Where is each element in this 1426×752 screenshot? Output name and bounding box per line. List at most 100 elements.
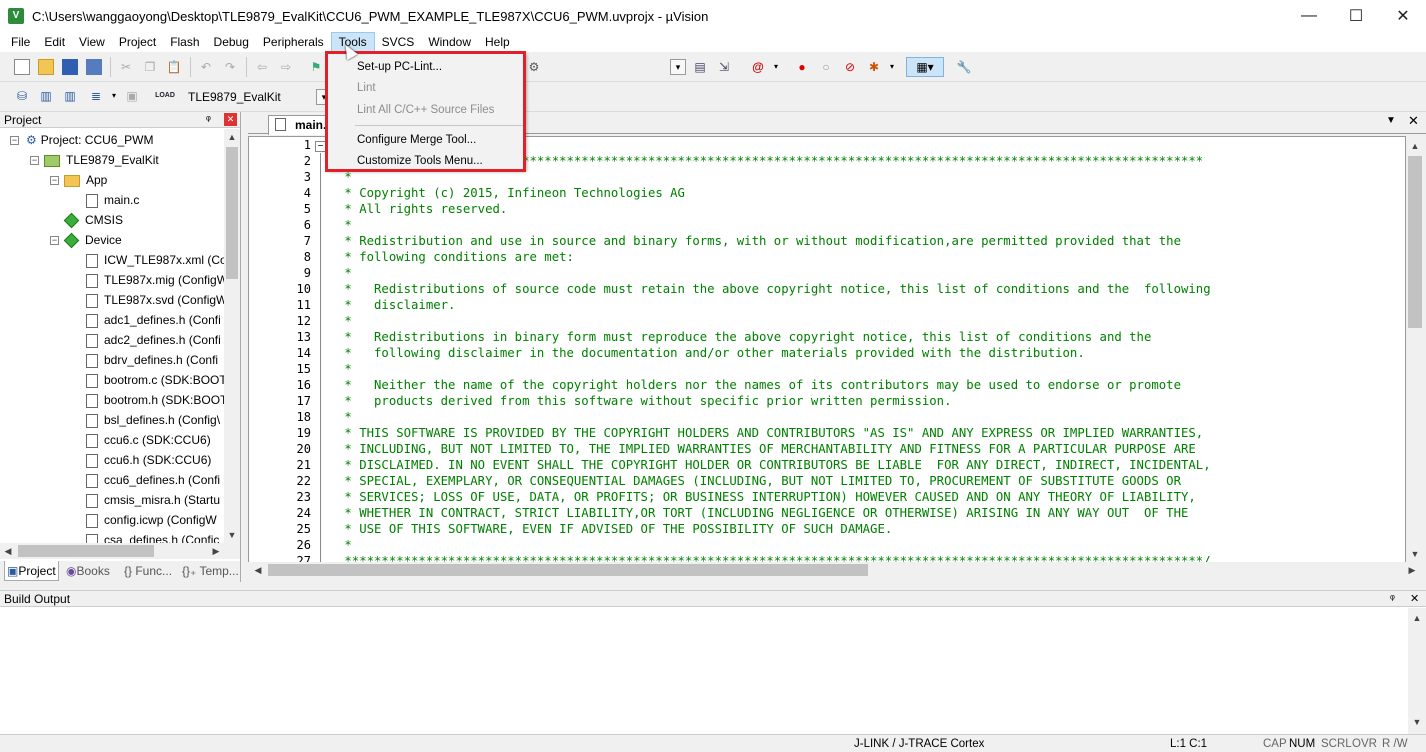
scroll-down-icon[interactable]: ▼: [1409, 714, 1425, 730]
menu-svcs[interactable]: SVCS: [375, 32, 422, 52]
breakpoint-insert-icon[interactable]: ●: [794, 59, 810, 75]
navigate-forward-icon[interactable]: ⇨: [278, 59, 294, 75]
close-icon[interactable]: ✕: [224, 113, 237, 126]
tree-file[interactable]: ccu6.h (SDK:CCU6): [86, 450, 211, 470]
code-line[interactable]: * INCLUDING, BUT NOT LIMITED TO, THE IMP…: [337, 442, 1195, 456]
find-in-files-icon[interactable]: ▤: [692, 59, 708, 75]
tree-file[interactable]: ccu6.c (SDK:CCU6): [86, 430, 211, 450]
target-select[interactable]: TLE9879_EvalKit: [182, 88, 332, 106]
code-editor[interactable]: − 12 ***********************************…: [248, 136, 1406, 564]
menu-item-lint-all[interactable]: Lint All C/C++ Source Files: [357, 103, 494, 117]
close-button[interactable]: ✕: [1380, 0, 1426, 32]
tree-group-device[interactable]: Device: [63, 230, 122, 250]
rebuild-icon[interactable]: ▥: [62, 88, 78, 104]
tree-file[interactable]: bsl_defines.h (Config\: [86, 410, 220, 430]
scroll-right-icon[interactable]: ▶: [208, 543, 224, 559]
scroll-left-icon[interactable]: ◀: [0, 543, 16, 559]
editor-hscrollbar[interactable]: ◀ ▶: [248, 562, 1424, 579]
minimize-button[interactable]: —: [1286, 0, 1332, 32]
chevron-down-icon[interactable]: ▾: [670, 59, 686, 75]
redo-icon[interactable]: ↷: [222, 59, 238, 75]
code-line[interactable]: * following conditions are met:: [337, 250, 574, 264]
tab-templates[interactable]: {}₊ Temp...: [182, 561, 239, 581]
code-line[interactable]: *: [337, 314, 351, 328]
tree-file[interactable]: TLE987x.mig (ConfigW: [86, 270, 224, 290]
code-line[interactable]: * Copyright (c) 2015, Infineon Technolog…: [337, 186, 685, 200]
undo-icon[interactable]: ↶: [198, 59, 214, 75]
project-vscrollbar[interactable]: ▲ ▼: [224, 129, 240, 543]
window-layout-icon[interactable]: ▦▾: [906, 57, 944, 77]
menu-help[interactable]: Help: [478, 32, 517, 52]
code-line[interactable]: *: [337, 218, 351, 232]
load-icon[interactable]: LOAD: [155, 86, 175, 106]
menu-edit[interactable]: Edit: [37, 32, 72, 52]
code-line[interactable]: * THIS SOFTWARE IS PROVIDED BY THE COPYR…: [337, 426, 1203, 440]
cut-icon[interactable]: ✂: [118, 59, 134, 75]
scroll-right-icon[interactable]: ▶: [1404, 562, 1420, 578]
code-line[interactable]: *: [337, 362, 351, 376]
tab-books[interactable]: ◉Books: [66, 561, 110, 581]
breakpoint-disable-icon[interactable]: ○: [818, 59, 834, 75]
fold-icon[interactable]: −: [315, 141, 326, 152]
scrollbar-thumb[interactable]: [18, 545, 154, 557]
tree-file[interactable]: TLE987x.svd (ConfigW: [86, 290, 224, 310]
new-file-icon[interactable]: [14, 59, 30, 75]
tree-file[interactable]: bootrom.h (SDK:BOOT: [86, 390, 224, 410]
code-line[interactable]: * DISCLAIMED. IN NO EVENT SHALL THE COPY…: [337, 458, 1210, 472]
debug-start-icon[interactable]: @: [750, 59, 766, 75]
scrollbar-thumb[interactable]: [226, 147, 238, 279]
code-line[interactable]: * Redistribution and use in source and b…: [337, 234, 1181, 248]
save-all-icon[interactable]: [86, 59, 102, 75]
tab-project[interactable]: ▣Project: [4, 561, 59, 581]
chevron-down-icon[interactable]: ▾: [768, 59, 784, 75]
bookmark-icon[interactable]: ⚑: [308, 59, 324, 75]
project-hscrollbar[interactable]: ◀ ▶: [0, 543, 240, 559]
code-line[interactable]: * USE OF THIS SOFTWARE, EVEN IF ADVISED …: [337, 522, 892, 536]
build-output-text[interactable]: [0, 608, 1406, 734]
scroll-left-icon[interactable]: ◀: [250, 562, 266, 578]
code-line[interactable]: *: [337, 170, 351, 184]
code-line[interactable]: * products derived from this software wi…: [337, 394, 951, 408]
code-line[interactable]: * disclaimer.: [337, 298, 455, 312]
tree-file[interactable]: csa_defines.h (Confic: [86, 530, 219, 543]
code-line[interactable]: * Redistributions in binary form must re…: [337, 330, 1151, 344]
navigate-back-icon[interactable]: ⇦: [254, 59, 270, 75]
menu-project[interactable]: Project: [112, 32, 163, 52]
tree-file[interactable]: cmsis_misra.h (Startu: [86, 490, 220, 510]
stop-build-icon[interactable]: ▣: [124, 88, 140, 104]
configure-icon[interactable]: 🔧: [956, 59, 972, 75]
tree-file[interactable]: adc1_defines.h (Confi: [86, 310, 221, 330]
find-icon[interactable]: ⚙: [526, 59, 542, 75]
incremental-find-icon[interactable]: ⇲: [716, 59, 732, 75]
scroll-down-icon[interactable]: ▼: [1407, 546, 1423, 562]
scroll-down-icon[interactable]: ▼: [224, 527, 240, 543]
menu-file[interactable]: File: [4, 32, 37, 52]
code-line[interactable]: *: [337, 266, 351, 280]
tree-file-main[interactable]: main.c: [86, 190, 139, 210]
chevron-down-icon[interactable]: ▾: [106, 88, 122, 104]
tree-file[interactable]: ICW_TLE987x.xml (Co: [86, 250, 224, 270]
menu-flash[interactable]: Flash: [163, 32, 206, 52]
menu-window[interactable]: Window: [421, 32, 478, 52]
tree-root[interactable]: ⚙ Project: CCU6_PWM: [26, 130, 153, 150]
tree-file[interactable]: adc2_defines.h (Confi: [86, 330, 221, 350]
maximize-button[interactable]: ☐: [1333, 0, 1379, 32]
tree-target[interactable]: TLE9879_EvalKit: [44, 150, 159, 170]
menu-peripherals[interactable]: Peripherals: [256, 32, 331, 52]
batch-build-icon[interactable]: ≣: [88, 88, 104, 104]
save-icon[interactable]: [62, 59, 78, 75]
scrollbar-thumb[interactable]: [268, 564, 868, 576]
close-tab-icon[interactable]: ✕: [1408, 113, 1419, 129]
tab-list-chevron-icon[interactable]: ▼: [1386, 115, 1396, 126]
build-output-vscrollbar[interactable]: ▲ ▼: [1408, 608, 1426, 734]
tree-file[interactable]: bdrv_defines.h (Confi: [86, 350, 218, 370]
translate-icon[interactable]: ⛁: [14, 88, 30, 104]
copy-icon[interactable]: ❐: [142, 59, 158, 75]
code-line[interactable]: * following disclaimer in the documentat…: [337, 346, 1084, 360]
scroll-up-icon[interactable]: ▲: [1407, 138, 1423, 154]
tree-group-cmsis[interactable]: CMSIS: [63, 210, 123, 230]
code-line[interactable]: * WHETHER IN CONTRACT, STRICT LIABILITY,…: [337, 506, 1188, 520]
pin-icon[interactable]: ᵠ: [1390, 591, 1395, 607]
collapse-icon[interactable]: −: [50, 236, 59, 245]
paste-icon[interactable]: 📋: [166, 59, 182, 75]
